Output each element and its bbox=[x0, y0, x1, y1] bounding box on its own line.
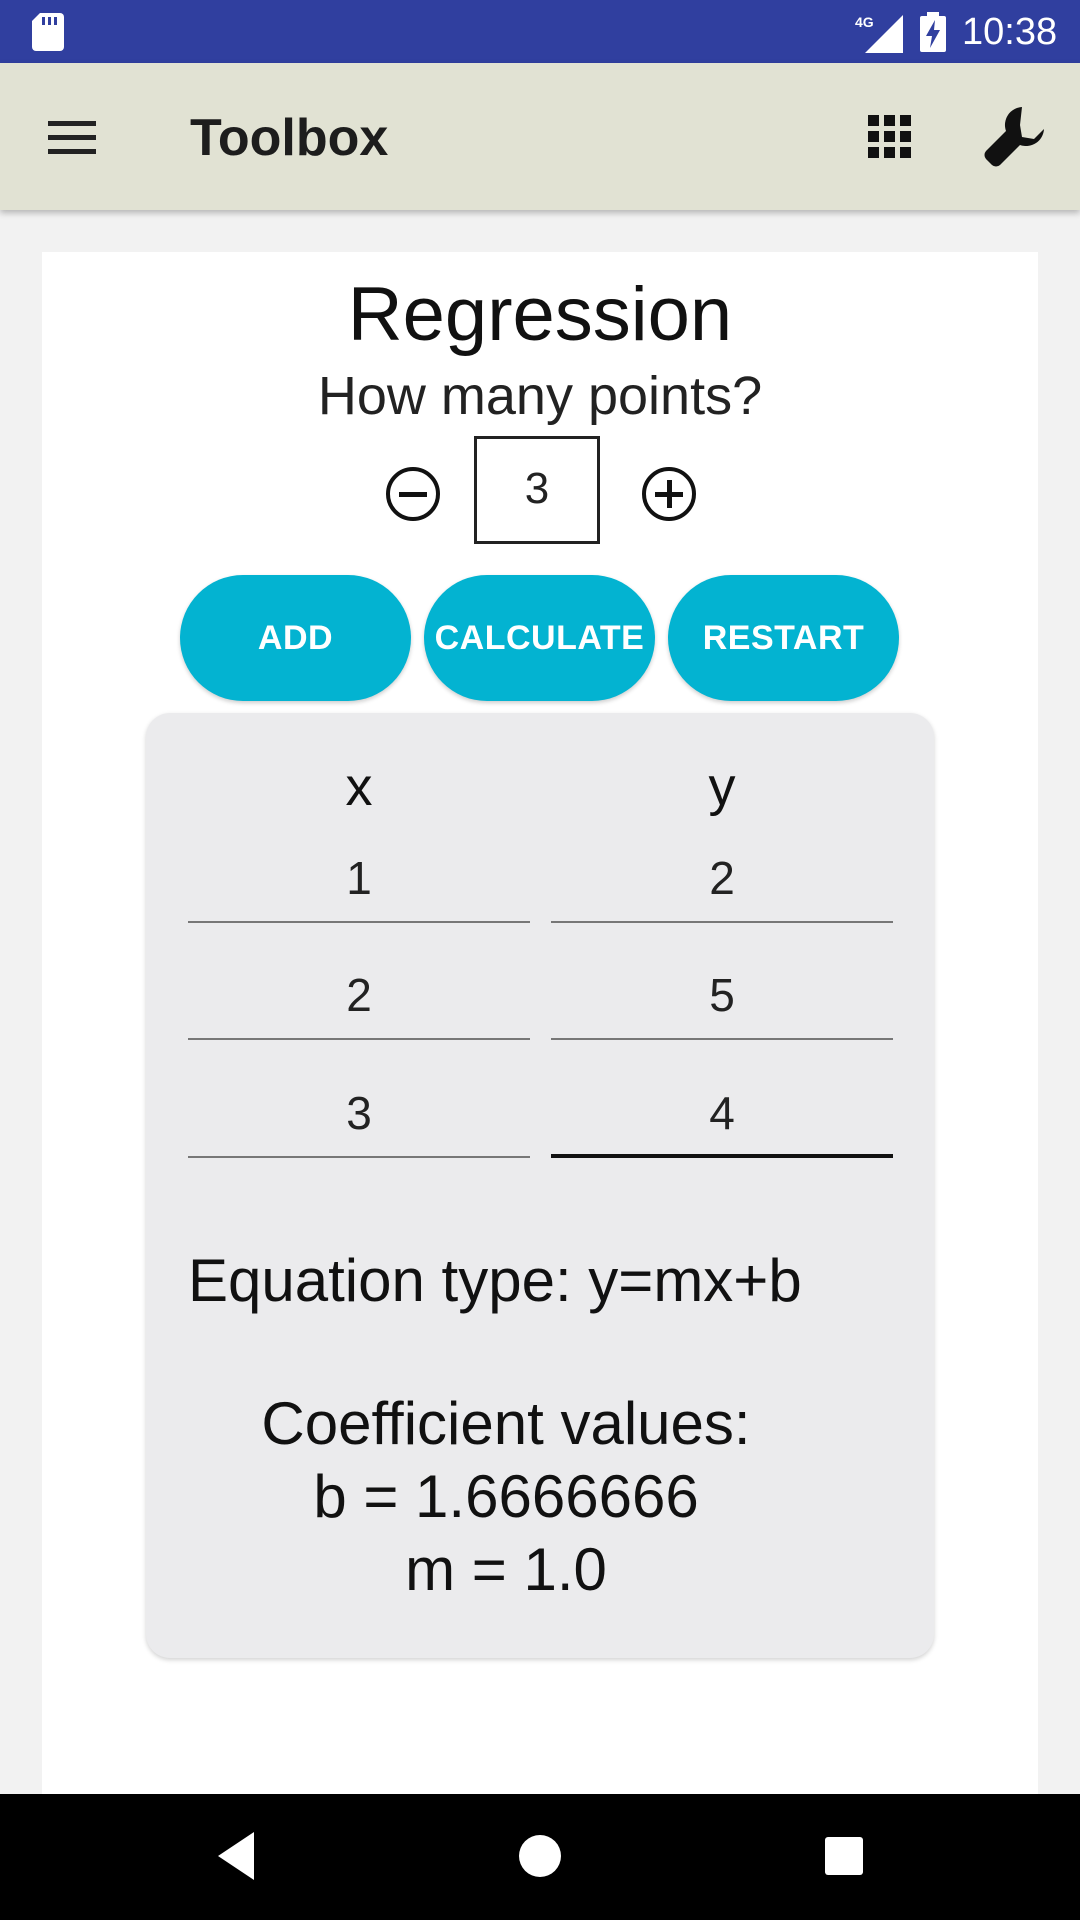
status-clock: 10:38 bbox=[962, 11, 1058, 53]
x-input-1[interactable]: 1 bbox=[188, 843, 530, 923]
menu-icon[interactable] bbox=[40, 107, 104, 167]
minus-circle-icon[interactable] bbox=[384, 465, 442, 523]
home-icon[interactable] bbox=[518, 1834, 562, 1878]
coefficient-b: b = 1.6666666 bbox=[313, 1463, 699, 1530]
calculate-button[interactable]: CALCULATE bbox=[424, 575, 655, 701]
points-label: How many points? bbox=[317, 366, 763, 426]
sd-card-icon bbox=[32, 13, 64, 51]
signal-icon: 4G bbox=[855, 14, 903, 53]
apps-grid-icon[interactable] bbox=[862, 109, 918, 165]
points-count-field[interactable]: 3 bbox=[474, 436, 600, 544]
battery-charging-icon bbox=[920, 12, 946, 52]
coefficient-m: m = 1.0 bbox=[405, 1536, 607, 1603]
app-bar: Toolbox bbox=[0, 63, 1080, 210]
coefficient-values: Coefficient values: b = 1.6666666 m = 1.… bbox=[146, 1387, 866, 1606]
x-input-2[interactable]: 2 bbox=[188, 960, 530, 1040]
y-input-3[interactable]: 4 bbox=[551, 1078, 893, 1158]
add-button[interactable]: ADD bbox=[180, 575, 411, 701]
back-icon[interactable] bbox=[214, 1830, 258, 1882]
points-card: x y 1 2 2 5 3 4 Equation type: y=mx+b Co… bbox=[146, 713, 934, 1658]
restart-button[interactable]: RESTART bbox=[668, 575, 899, 701]
wrench-icon[interactable] bbox=[982, 103, 1048, 169]
x-column-header: x bbox=[345, 757, 373, 817]
equation-type: Equation type: y=mx+b bbox=[188, 1247, 802, 1314]
app-title: Toolbox bbox=[190, 109, 389, 167]
y-input-1[interactable]: 2 bbox=[551, 843, 893, 923]
navigation-bar bbox=[0, 1794, 1080, 1920]
network-type: 4G bbox=[855, 14, 874, 30]
plus-circle-icon[interactable] bbox=[640, 465, 698, 523]
x-input-3[interactable]: 3 bbox=[188, 1078, 530, 1158]
recent-apps-icon[interactable] bbox=[824, 1836, 864, 1876]
coefficient-title: Coefficient values: bbox=[261, 1390, 751, 1457]
regression-content: Regression How many points? 3 ADD CALCUL… bbox=[42, 252, 1038, 1794]
y-column-header: y bbox=[708, 757, 736, 817]
status-bar: 4G 10:38 bbox=[0, 0, 1080, 63]
page-title: Regression bbox=[347, 272, 733, 357]
y-input-2[interactable]: 5 bbox=[551, 960, 893, 1040]
